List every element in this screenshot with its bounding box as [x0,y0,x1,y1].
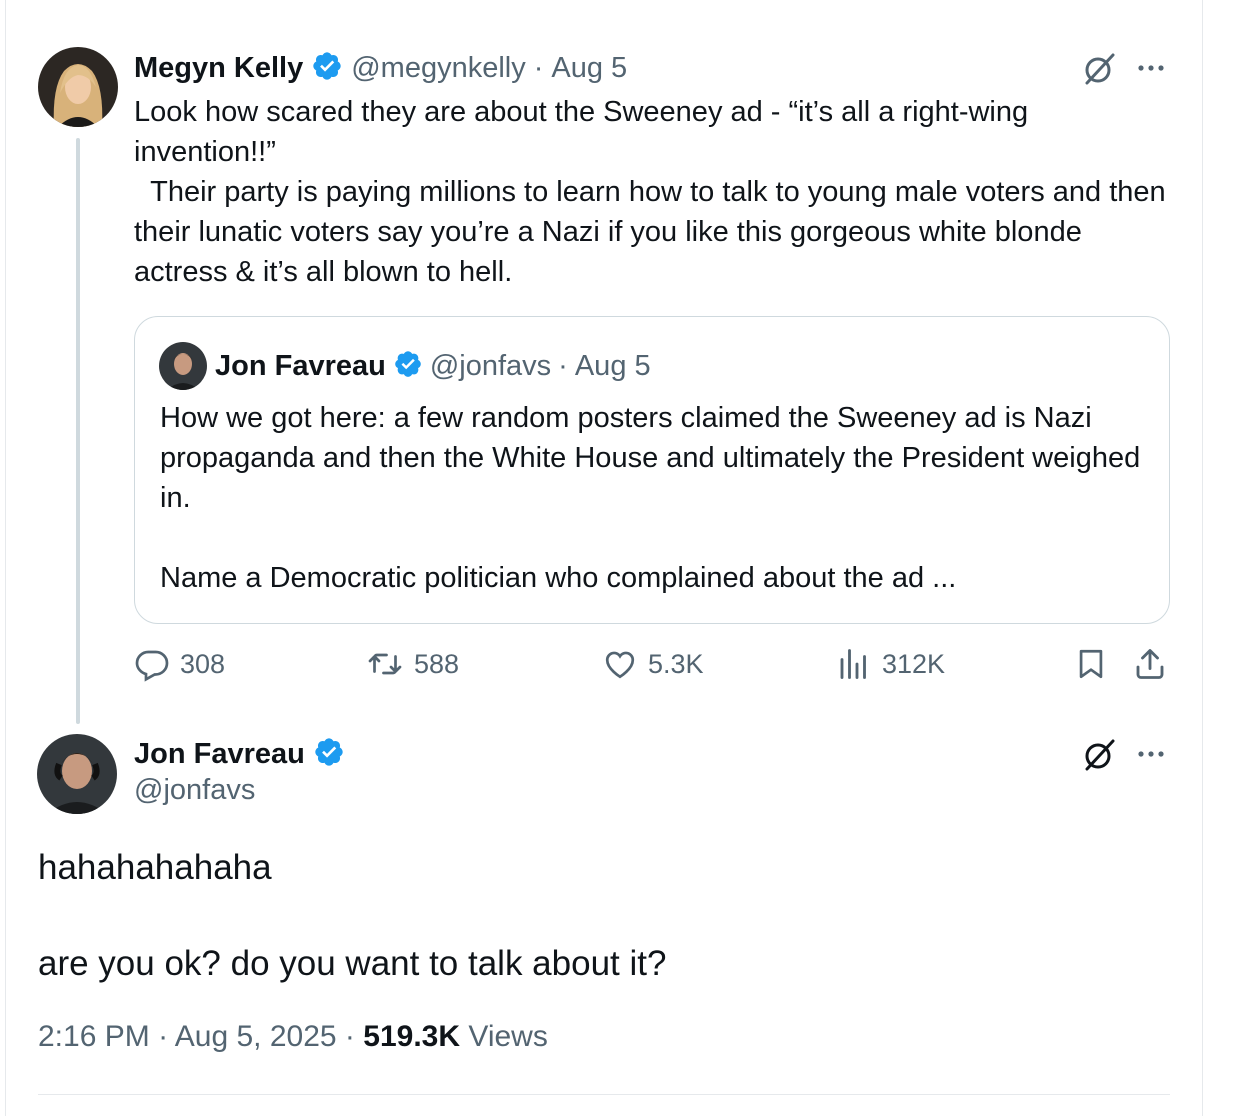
views-label: Views [468,1020,548,1053]
repost-count: 588 [414,648,460,679]
verified-badge-icon [313,736,345,773]
share-button[interactable] [1132,646,1168,682]
tweet-full-date[interactable]: Aug 5, 2025 [175,1020,337,1053]
tweet-metadata: 2:16 PM · Aug 5, 2025 · 519.3K Views [38,1020,548,1054]
quoted-author-handle: @jonfavs [429,349,552,382]
reply-icon [134,646,170,682]
more-icon[interactable] [1133,736,1169,777]
like-button[interactable]: 5.3K [602,646,704,682]
quoted-tweet-header: Jon Favreau @jonfavs · Aug 5 [215,345,651,387]
tweet-actions-bar: 308 588 5.3K 312K [134,646,1174,690]
thread-connector-line [76,138,80,724]
like-icon [602,646,638,682]
views-icon [836,646,872,682]
jon-favreau-avatar-small [159,342,207,390]
repost-icon [366,646,404,682]
quoted-tweet-card[interactable]: Jon Favreau @jonfavs · Aug 5 How we got … [134,316,1170,624]
author-name[interactable]: Jon Favreau [134,738,305,771]
bookmark-icon [1074,646,1108,682]
jon-favreau-avatar[interactable] [37,734,117,814]
separator-dot: · [533,51,544,84]
more-icon[interactable] [1133,50,1169,91]
share-icon [1132,646,1168,682]
author-handle[interactable]: @jonfavs [134,774,255,807]
divider [38,1094,1170,1095]
verified-badge-icon [311,50,343,87]
reply-button[interactable]: 308 [134,646,225,682]
quoted-author-name: Jon Favreau [215,349,386,382]
parent-tweet-header: Megyn Kelly @megynkelly · Aug 5 [134,47,627,89]
separator-dot: · [158,1020,169,1053]
grok-icon[interactable] [1080,736,1118,779]
separator-dot: · [558,349,568,382]
view-count: 312K [882,648,946,679]
repost-button[interactable]: 588 [366,646,459,682]
tweet-time[interactable]: 2:16 PM [38,1020,150,1053]
quoted-tweet-date: Aug 5 [574,349,651,382]
author-handle[interactable]: @megynkelly [351,52,526,85]
main-tweet-text: hahahahahaha are you ok? do you want to … [38,848,667,983]
like-count: 5.3K [648,648,704,679]
verified-badge-icon [393,349,423,384]
views-button[interactable]: 312K [836,646,945,682]
author-name[interactable]: Megyn Kelly [134,52,303,85]
parent-tweet-text: Look how scared they are about the Sween… [134,96,1166,288]
tweet-date[interactable]: Aug 5 [551,52,627,85]
views-count: 519.3K [363,1020,461,1053]
megyn-kelly-avatar[interactable] [38,47,118,127]
reply-count: 308 [180,648,226,679]
bookmark-button[interactable] [1074,646,1108,682]
grok-icon[interactable] [1080,50,1118,93]
quoted-tweet-text: How we got here: a few random posters cl… [160,402,1141,594]
separator-dot: · [344,1020,355,1053]
main-tweet-header: Jon Favreau [134,734,345,774]
